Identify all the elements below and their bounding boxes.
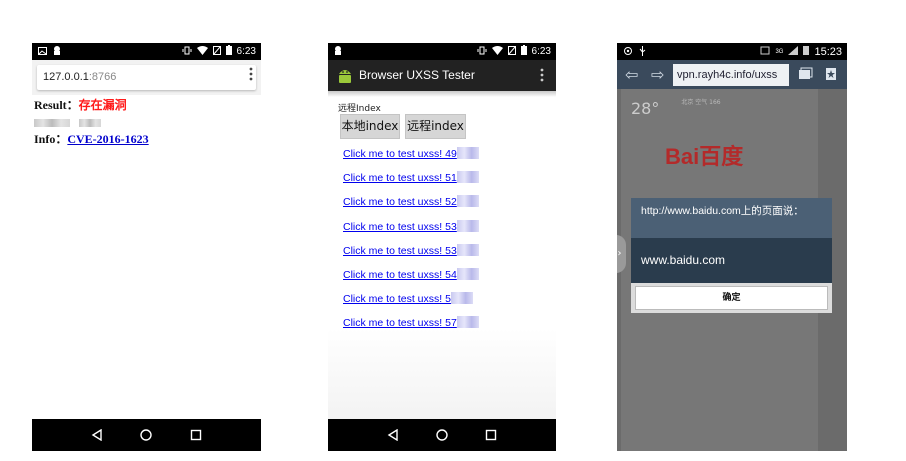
- test-link-text: Click me to test uxss! 53: [343, 244, 457, 257]
- home-icon[interactable]: [432, 425, 452, 445]
- home-icon[interactable]: [136, 425, 156, 445]
- mute-icon: [760, 46, 770, 58]
- test-link[interactable]: Click me to test uxss! 52: [343, 195, 479, 219]
- test-link-text: Click me to test uxss! 52: [343, 196, 457, 209]
- battery-icon: [225, 45, 232, 58]
- overflow-menu-icon[interactable]: [247, 66, 255, 81]
- action-bar-shadow: [328, 91, 556, 97]
- signal-icon: [788, 45, 799, 58]
- test-link[interactable]: Click me to test uxss! 5: [343, 292, 479, 316]
- back-icon[interactable]: [87, 425, 107, 445]
- location-icon: [623, 46, 633, 59]
- usb-icon: [639, 46, 646, 59]
- result-label: Result：: [34, 98, 79, 112]
- test-links-list: Click me to test uxss! 49 Click me to te…: [343, 147, 479, 341]
- test-link-text: Click me to test uxss! 51: [343, 172, 457, 185]
- phone-screenshot-result: 6:23 127.0.0.1:8766 Result：存在漏洞 Info：CVE…: [32, 43, 261, 451]
- local-index-button[interactable]: 本地index: [340, 114, 400, 139]
- test-link-text: Click me to test uxss! 49: [343, 148, 457, 160]
- status-time: 6:23: [531, 46, 551, 57]
- status-bar: 6:23: [32, 43, 261, 60]
- address-field[interactable]: 127.0.0.1:8766: [37, 65, 256, 90]
- result-value: 存在漏洞: [78, 98, 127, 112]
- battery-icon: [803, 45, 810, 58]
- pixelated-number: [456, 171, 479, 184]
- test-link[interactable]: Click me to test uxss! 53: [343, 243, 479, 268]
- network-type: 3G: [775, 48, 784, 55]
- weather-details: 北京 空气 166: [681, 99, 721, 106]
- result-line: Result：存在漏洞: [34, 97, 149, 114]
- baidu-logo: Bai百度: [665, 144, 744, 169]
- section-label: 远程Index: [338, 104, 381, 114]
- phone-screenshot-tester: 6:23 Browser UXSS Tester 远程Index 本地index…: [328, 43, 556, 451]
- address-port: :8766: [88, 71, 117, 83]
- image-notification-icon: [38, 46, 47, 58]
- test-link-text: Click me to test uxss! 53: [343, 220, 457, 233]
- test-link[interactable]: Click me to test uxss! 57: [343, 316, 479, 340]
- navigation-bar: [32, 419, 261, 451]
- forward-arrow-icon[interactable]: ⇨: [651, 65, 664, 84]
- dialog-ok-button[interactable]: 确定: [635, 286, 828, 310]
- pixelated-number: [450, 292, 473, 305]
- side-panel-handle-icon[interactable]: ›: [617, 235, 626, 273]
- bookmark-icon[interactable]: [823, 66, 839, 82]
- weather-widget: 28° 北京 空气 166: [631, 99, 721, 118]
- test-link-text: Click me to test uxss! 54: [343, 268, 457, 281]
- recents-icon[interactable]: [186, 425, 206, 445]
- status-bar: 3G 15:23: [617, 43, 847, 60]
- info-line: Info：CVE-2016-1623: [34, 131, 149, 148]
- address-host: 127.0.0.1: [43, 71, 89, 83]
- url-bar: 127.0.0.1:8766: [32, 60, 261, 95]
- redacted-text: [79, 119, 101, 128]
- android-notification-icon: [334, 46, 342, 58]
- wifi-icon: [196, 45, 208, 58]
- redacted-text: [34, 119, 70, 128]
- status-time: 6:23: [236, 46, 256, 57]
- pixelated-number: [456, 267, 479, 280]
- wifi-icon: [491, 45, 503, 58]
- browser-toolbar: ⇦ ⇨ vpn.rayh4c.info/uxss: [617, 60, 847, 89]
- overflow-menu-icon[interactable]: [540, 68, 544, 82]
- no-sim-icon: [507, 45, 516, 58]
- tabs-icon[interactable]: [797, 66, 813, 82]
- page-content: Result：存在漏洞 Info：CVE-2016-1623: [34, 97, 149, 148]
- pixelated-number: [456, 316, 479, 329]
- status-bar: 6:23: [328, 43, 556, 60]
- status-time: 15:23: [814, 45, 842, 58]
- no-sim-icon: [212, 45, 221, 58]
- app-action-bar: Browser UXSS Tester: [328, 60, 556, 91]
- recents-icon[interactable]: [481, 425, 501, 445]
- vibrate-icon: [182, 46, 192, 58]
- remote-index-button[interactable]: 远程index: [405, 114, 466, 139]
- dialog-title: http://www.baidu.com上的页面说：: [631, 198, 832, 238]
- vibrate-icon: [477, 46, 487, 58]
- test-link[interactable]: Click me to test uxss! 49: [343, 147, 479, 171]
- dialog-message: www.baidu.com: [631, 238, 832, 283]
- pixelated-number: [456, 147, 479, 159]
- test-link[interactable]: Click me to test uxss! 54: [343, 267, 479, 292]
- test-link[interactable]: Click me to test uxss! 53: [343, 219, 479, 244]
- blurred-line: [34, 114, 149, 131]
- android-notification-icon: [53, 46, 61, 58]
- alert-dialog: http://www.baidu.com上的页面说： www.baidu.com…: [631, 198, 832, 313]
- pixelated-number: [456, 195, 479, 208]
- back-icon[interactable]: [383, 425, 403, 445]
- navigation-bar: [328, 419, 556, 451]
- test-link-text: Click me to test uxss! 5: [343, 293, 451, 306]
- android-logo-icon: [337, 66, 353, 84]
- battery-icon: [520, 45, 527, 58]
- pixelated-number: [456, 243, 479, 256]
- test-link[interactable]: Click me to test uxss! 51: [343, 171, 479, 195]
- app-title: Browser UXSS Tester: [359, 68, 475, 82]
- back-arrow-icon[interactable]: ⇦: [625, 65, 638, 84]
- cve-link[interactable]: CVE-2016-1623: [67, 132, 148, 146]
- browser-address-field[interactable]: vpn.rayh4c.info/uxss: [673, 64, 789, 86]
- temperature: 28°: [631, 99, 660, 118]
- dialog-footer: 确定: [631, 283, 832, 313]
- test-link-text: Click me to test uxss! 57: [343, 317, 457, 330]
- phone-screenshot-alert: 3G 15:23 ⇦ ⇨ vpn.rayh4c.info/uxss 28° 北京 …: [617, 43, 847, 451]
- pixelated-number: [456, 219, 479, 232]
- info-label: Info：: [34, 132, 68, 146]
